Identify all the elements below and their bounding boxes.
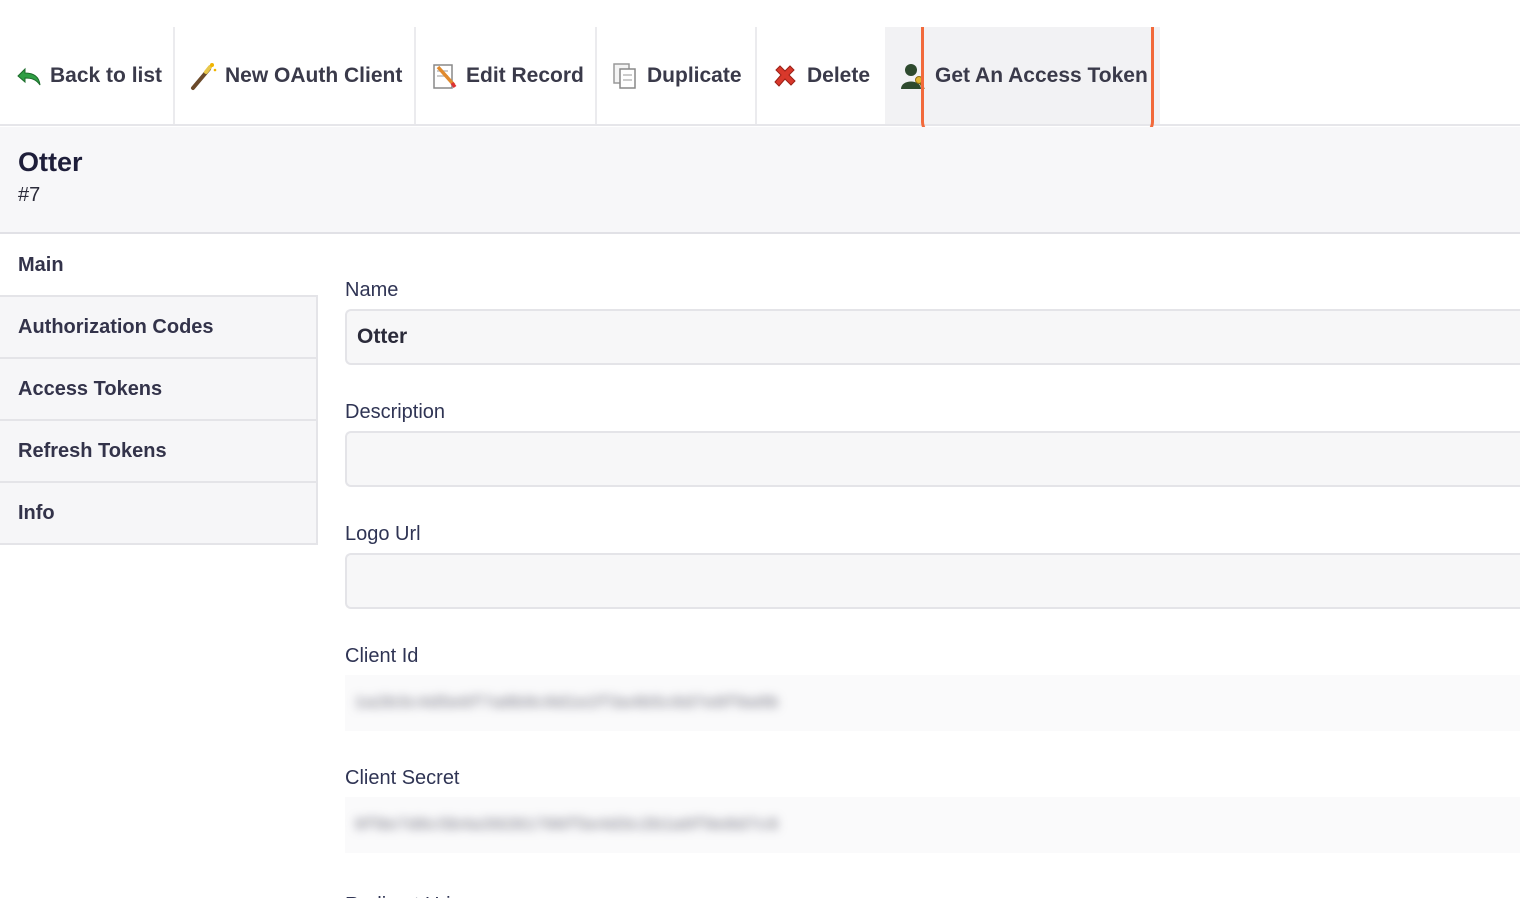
magic-wand-icon xyxy=(189,61,217,91)
app-root: Back to list New OAuth Client Edit Recor… xyxy=(0,0,1520,898)
record-tabs: Main Authorization Codes Access Tokens R… xyxy=(0,235,318,545)
record-id: #7 xyxy=(18,184,41,206)
record-header: Otter #7 xyxy=(0,127,1520,234)
duplicate-button[interactable]: Duplicate xyxy=(597,27,755,124)
client-secret-value: 9f8e7d6c5b4a39281706f5e4d3c2b1a0f9e8d7c6 xyxy=(355,816,780,834)
red-x-icon xyxy=(771,61,799,91)
description-label: Description xyxy=(345,401,446,423)
tab-main[interactable]: Main xyxy=(0,235,318,297)
user-key-icon xyxy=(899,61,927,91)
redirect-uri-label: Redirect Uri xyxy=(345,885,451,898)
name-input[interactable] xyxy=(345,309,1520,365)
tab-label: Main xyxy=(18,253,64,276)
pencil-document-icon xyxy=(430,61,458,91)
record-title: Otter xyxy=(18,147,83,177)
tab-label: Access Tokens xyxy=(18,377,163,400)
tab-label: Refresh Tokens xyxy=(18,439,167,462)
tab-access-tokens[interactable]: Access Tokens xyxy=(0,359,318,421)
back-to-list-button[interactable]: Back to list xyxy=(0,27,173,124)
get-access-token-label: Get An Access Token xyxy=(935,63,1148,87)
description-input[interactable] xyxy=(345,431,1520,487)
undo-arrow-icon xyxy=(14,61,42,91)
new-oauth-client-label: New OAuth Client xyxy=(225,63,403,87)
tab-info[interactable]: Info xyxy=(0,483,318,545)
duplicate-label: Duplicate xyxy=(647,63,742,87)
duplicate-document-icon xyxy=(611,61,639,91)
client-id-value: 1a2b3c4d5e6f7a8b9c0d1e2f3a4b5c6d7e8f9a0b xyxy=(355,694,780,712)
edit-record-button[interactable]: Edit Record xyxy=(416,27,595,124)
delete-label: Delete xyxy=(807,63,871,87)
edit-record-label: Edit Record xyxy=(466,63,584,87)
logo-url-label: Logo Url xyxy=(345,523,421,545)
new-oauth-client-button[interactable]: New OAuth Client xyxy=(175,27,414,124)
logo-url-input[interactable] xyxy=(345,553,1520,609)
record-toolbar: Back to list New OAuth Client Edit Recor… xyxy=(0,27,1520,126)
client-secret-label: Client Secret xyxy=(345,767,460,789)
name-label: Name xyxy=(345,279,399,301)
client-id-label: Client Id xyxy=(345,645,419,667)
tab-label: Authorization Codes xyxy=(18,315,214,338)
client-id-field[interactable]: 1a2b3c4d5e6f7a8b9c0d1e2f3a4b5c6d7e8f9a0b xyxy=(345,675,1520,731)
back-to-list-label: Back to list xyxy=(50,63,163,87)
tab-label: Info xyxy=(18,501,55,524)
get-access-token-button[interactable]: Get An Access Token xyxy=(885,27,1160,124)
tab-authorization-codes[interactable]: Authorization Codes xyxy=(0,297,318,359)
client-secret-field[interactable]: 9f8e7d6c5b4a39281706f5e4d3c2b1a0f9e8d7c6 xyxy=(345,797,1520,853)
tab-refresh-tokens[interactable]: Refresh Tokens xyxy=(0,421,318,483)
delete-button[interactable]: Delete xyxy=(757,27,885,124)
